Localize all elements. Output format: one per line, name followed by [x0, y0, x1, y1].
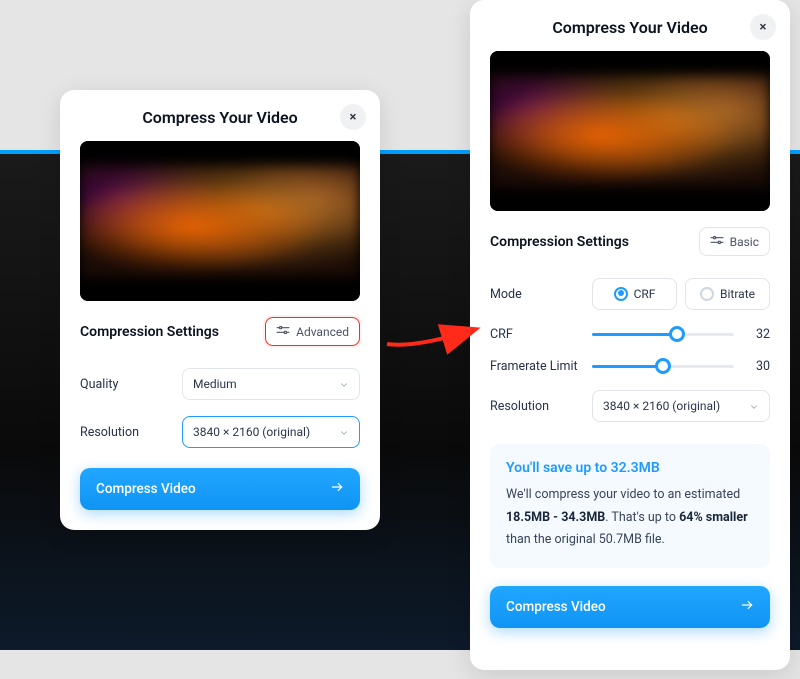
crf-knob: [669, 326, 685, 342]
quality-select[interactable]: Medium: [182, 368, 360, 400]
crf-fill: [592, 333, 677, 336]
chevron-down-icon: [749, 401, 759, 411]
framerate-label: Framerate Limit: [490, 359, 580, 374]
mode-opt-crf-label: CRF: [634, 287, 656, 301]
compress-button-label: Compress Video: [506, 599, 606, 615]
savings-heading: You'll save up to 32.3MB: [506, 460, 754, 476]
basic-toggle-label: Basic: [730, 235, 759, 249]
framerate-knob: [655, 358, 671, 374]
compress-panel-basic: Compress Your Video × Compression Settin…: [60, 90, 380, 530]
basic-toggle[interactable]: Basic: [699, 227, 770, 256]
panel-title: Compress Your Video: [142, 108, 297, 127]
video-thumbnail: [490, 51, 770, 211]
settings-heading: Compression Settings: [80, 324, 219, 340]
close-button[interactable]: ×: [750, 14, 776, 40]
crf-value: 32: [746, 327, 770, 342]
video-thumbnail: [80, 141, 360, 301]
framerate-value: 30: [746, 359, 770, 374]
mode-opt-bitrate[interactable]: Bitrate: [685, 278, 770, 310]
chevron-down-icon: [339, 379, 349, 389]
crf-slider[interactable]: [592, 326, 734, 342]
framerate-slider[interactable]: [592, 358, 734, 374]
mode-opt-bitrate-label: Bitrate: [720, 287, 755, 301]
advanced-toggle-label: Advanced: [296, 325, 349, 339]
savings-body: We'll compress your video to an estimate…: [506, 484, 754, 552]
compress-button-label: Compress Video: [96, 481, 196, 497]
sliders-icon: [710, 233, 724, 250]
crf-label: CRF: [490, 327, 580, 342]
close-button[interactable]: ×: [340, 104, 366, 130]
mode-opt-crf[interactable]: CRF: [592, 278, 677, 310]
sliders-icon: [276, 323, 290, 340]
resolution-value: 3840 × 2160 (original): [193, 425, 310, 439]
resolution-select[interactable]: 3840 × 2160 (original): [592, 390, 770, 422]
resolution-label: Resolution: [490, 399, 580, 414]
radio-selected-icon: [614, 287, 628, 301]
compress-button[interactable]: Compress Video: [490, 586, 770, 628]
advanced-toggle[interactable]: Advanced: [265, 317, 360, 346]
resolution-label: Resolution: [80, 425, 170, 440]
arrow-right-icon: [740, 598, 754, 616]
resolution-value: 3840 × 2160 (original): [603, 399, 720, 413]
framerate-fill: [592, 365, 663, 368]
panel-title: Compress Your Video: [552, 18, 707, 37]
compress-panel-advanced: Compress Your Video × Compression Settin…: [470, 0, 790, 670]
close-icon: ×: [760, 20, 767, 35]
quality-value: Medium: [193, 377, 237, 391]
chevron-down-icon: [339, 427, 349, 437]
compress-button[interactable]: Compress Video: [80, 468, 360, 510]
radio-unselected-icon: [700, 287, 714, 301]
close-icon: ×: [350, 110, 357, 125]
quality-label: Quality: [80, 377, 170, 392]
savings-info-card: You'll save up to 32.3MB We'll compress …: [490, 444, 770, 568]
arrow-right-icon: [330, 480, 344, 498]
settings-heading: Compression Settings: [490, 234, 629, 250]
resolution-select[interactable]: 3840 × 2160 (original): [182, 416, 360, 448]
mode-label: Mode: [490, 287, 580, 302]
